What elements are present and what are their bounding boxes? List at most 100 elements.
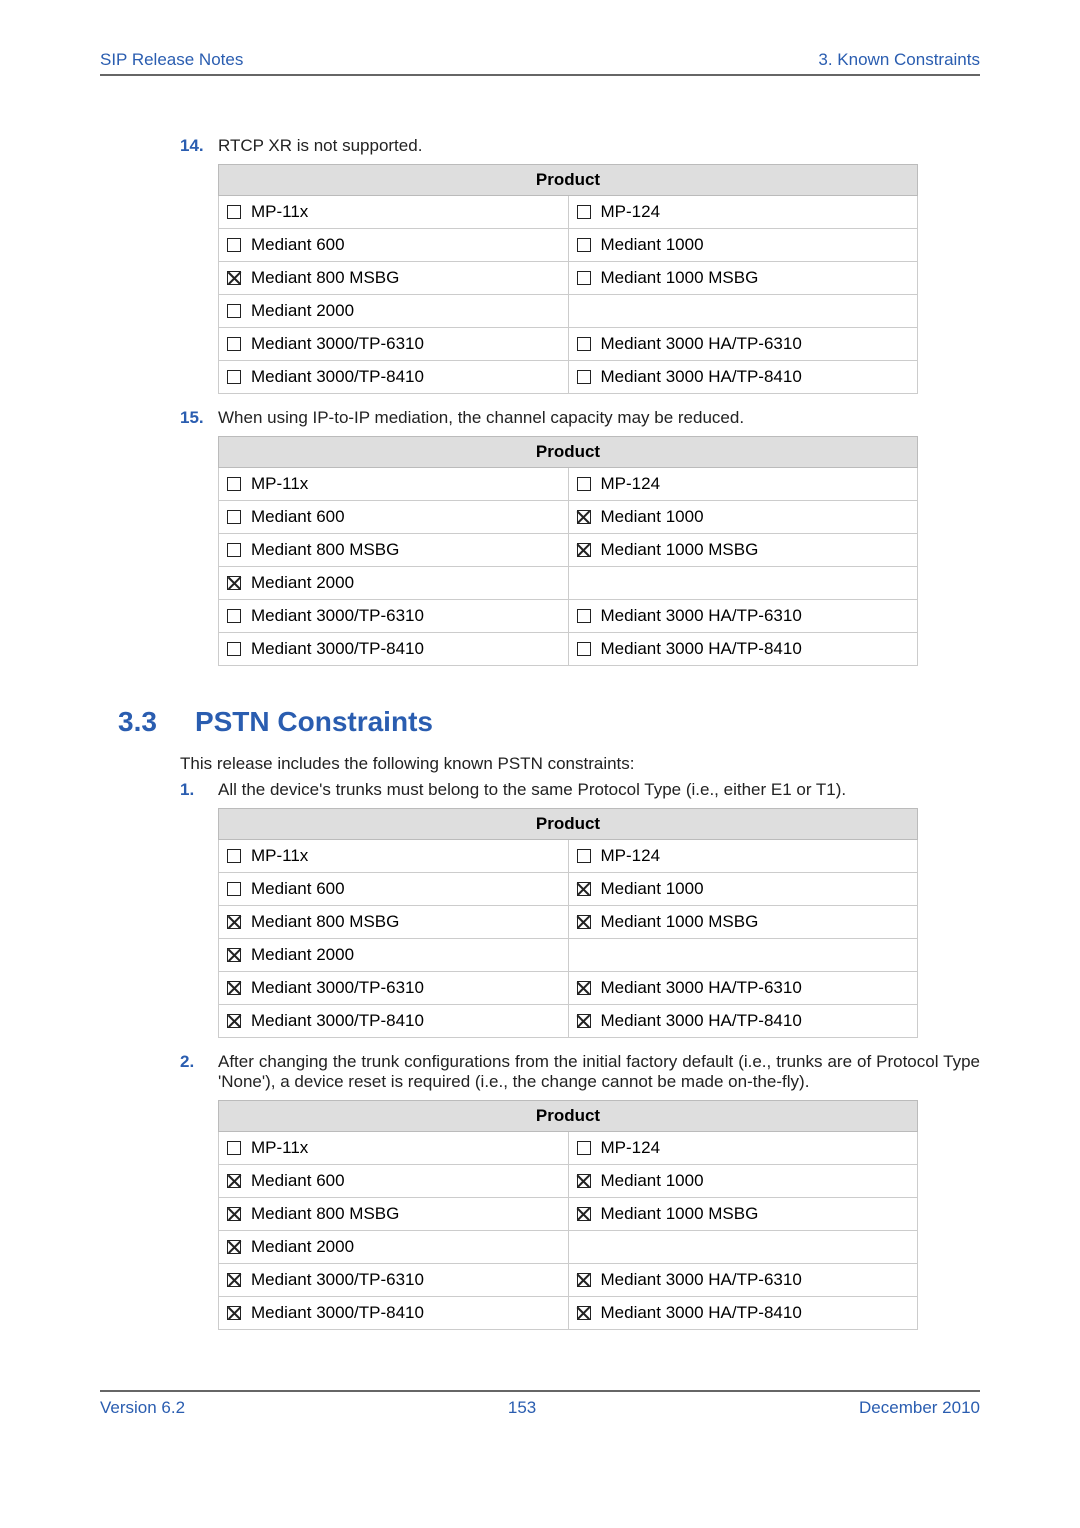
product-cell: Mediant 3000/TP-8410 xyxy=(227,1303,560,1323)
table-cell xyxy=(568,295,918,328)
checkbox-icon xyxy=(577,642,591,656)
checkbox-icon xyxy=(227,205,241,219)
checkbox-icon xyxy=(227,609,241,623)
product-cell: MP-124 xyxy=(577,846,910,866)
product-label: Mediant 3000 HA/TP-8410 xyxy=(601,367,802,387)
checkbox-icon xyxy=(227,948,241,962)
footer-page-number: 153 xyxy=(185,1398,859,1418)
product-table-14: Product MP-11xMP-124Mediant 600Mediant 1… xyxy=(218,164,918,394)
table-cell: MP-11x xyxy=(219,196,569,229)
product-cell: Mediant 800 MSBG xyxy=(227,1204,560,1224)
product-label: Mediant 1000 MSBG xyxy=(601,912,759,932)
product-label: Mediant 2000 xyxy=(251,1237,354,1257)
table-cell: Mediant 1000 xyxy=(568,1165,918,1198)
product-header: Product xyxy=(219,437,918,468)
table-cell: MP-124 xyxy=(568,468,918,501)
product-cell: MP-11x xyxy=(227,202,560,222)
table-cell xyxy=(568,1231,918,1264)
table-cell: Mediant 3000/TP-8410 xyxy=(219,361,569,394)
product-cell: Mediant 2000 xyxy=(227,1237,560,1257)
product-cell: Mediant 3000/TP-8410 xyxy=(227,639,560,659)
footer-right: December 2010 xyxy=(859,1398,980,1418)
product-label: Mediant 1000 xyxy=(601,879,704,899)
product-label: MP-11x xyxy=(251,846,308,866)
item-number: 15. xyxy=(180,408,218,428)
table-cell: MP-11x xyxy=(219,840,569,873)
table-cell: Mediant 2000 xyxy=(219,295,569,328)
table-cell: Mediant 3000/TP-6310 xyxy=(219,972,569,1005)
product-label: Mediant 600 xyxy=(251,235,345,255)
page-footer: Version 6.2 153 December 2010 xyxy=(100,1390,980,1418)
table-cell: Mediant 3000 HA/TP-8410 xyxy=(568,1297,918,1330)
table-cell xyxy=(568,939,918,972)
product-cell: Mediant 1000 MSBG xyxy=(577,540,910,560)
table-cell: Mediant 800 MSBG xyxy=(219,1198,569,1231)
product-cell: Mediant 1000 MSBG xyxy=(577,1204,910,1224)
product-label: Mediant 3000 HA/TP-8410 xyxy=(601,1011,802,1031)
product-cell: Mediant 800 MSBG xyxy=(227,268,560,288)
table-cell: Mediant 600 xyxy=(219,1165,569,1198)
table-cell: Mediant 3000 HA/TP-6310 xyxy=(568,1264,918,1297)
product-label: Mediant 3000/TP-6310 xyxy=(251,334,424,354)
item-text: All the device's trunks must belong to t… xyxy=(218,780,980,800)
footer-left: Version 6.2 xyxy=(100,1398,185,1418)
product-label: Mediant 800 MSBG xyxy=(251,912,399,932)
product-cell: Mediant 3000/TP-8410 xyxy=(227,1011,560,1031)
table-cell: Mediant 3000 HA/TP-6310 xyxy=(568,328,918,361)
checkbox-icon xyxy=(577,1273,591,1287)
product-cell: Mediant 800 MSBG xyxy=(227,540,560,560)
product-cell: Mediant 3000/TP-6310 xyxy=(227,606,560,626)
checkbox-icon xyxy=(577,1306,591,1320)
product-label: Mediant 1000 MSBG xyxy=(601,1204,759,1224)
section-title: PSTN Constraints xyxy=(195,706,433,738)
product-label: Mediant 3000/TP-8410 xyxy=(251,1011,424,1031)
product-label: Mediant 3000 HA/TP-6310 xyxy=(601,606,802,626)
table-cell: Mediant 800 MSBG xyxy=(219,534,569,567)
checkbox-icon xyxy=(577,238,591,252)
page-header: SIP Release Notes 3. Known Constraints xyxy=(100,50,980,76)
checkbox-icon xyxy=(577,543,591,557)
checkbox-icon xyxy=(227,981,241,995)
product-cell: Mediant 3000 HA/TP-8410 xyxy=(577,639,910,659)
product-label: MP-124 xyxy=(601,202,661,222)
checkbox-icon xyxy=(227,1014,241,1028)
product-label: MP-11x xyxy=(251,1138,308,1158)
product-cell: Mediant 3000 HA/TP-6310 xyxy=(577,606,910,626)
checkbox-icon xyxy=(227,477,241,491)
product-cell: MP-11x xyxy=(227,846,560,866)
item-number: 1. xyxy=(180,780,218,800)
product-label: Mediant 3000 HA/TP-6310 xyxy=(601,1270,802,1290)
table-cell: Mediant 600 xyxy=(219,873,569,906)
checkbox-icon xyxy=(227,1240,241,1254)
table-cell: Mediant 1000 MSBG xyxy=(568,906,918,939)
product-label: Mediant 800 MSBG xyxy=(251,268,399,288)
product-table-p2: Product MP-11xMP-124Mediant 600Mediant 1… xyxy=(218,1100,918,1330)
item-number: 2. xyxy=(180,1052,218,1092)
product-label: Mediant 3000/TP-8410 xyxy=(251,1303,424,1323)
checkbox-icon xyxy=(227,510,241,524)
pstn-item-1: 1. All the device's trunks must belong t… xyxy=(180,780,980,800)
product-cell: Mediant 3000 HA/TP-6310 xyxy=(577,334,910,354)
constraint-item-14: 14. RTCP XR is not supported. xyxy=(180,136,980,156)
table-cell: Mediant 3000 HA/TP-6310 xyxy=(568,972,918,1005)
product-table-15: Product MP-11xMP-124Mediant 600Mediant 1… xyxy=(218,436,918,666)
product-cell: Mediant 1000 xyxy=(577,1171,910,1191)
product-cell: Mediant 3000/TP-6310 xyxy=(227,1270,560,1290)
product-label: MP-11x xyxy=(251,474,308,494)
checkbox-icon xyxy=(227,304,241,318)
table-cell: MP-124 xyxy=(568,840,918,873)
checkbox-icon xyxy=(227,1207,241,1221)
header-left: SIP Release Notes xyxy=(100,50,243,70)
product-cell: Mediant 3000/TP-6310 xyxy=(227,334,560,354)
checkbox-icon xyxy=(577,981,591,995)
table-cell: Mediant 2000 xyxy=(219,567,569,600)
table-cell: Mediant 3000/TP-8410 xyxy=(219,633,569,666)
product-cell: Mediant 1000 xyxy=(577,879,910,899)
product-cell: Mediant 3000/TP-8410 xyxy=(227,367,560,387)
product-label: Mediant 3000 HA/TP-8410 xyxy=(601,639,802,659)
table-cell: Mediant 2000 xyxy=(219,1231,569,1264)
section-heading: 3.3 PSTN Constraints xyxy=(118,706,980,738)
checkbox-icon xyxy=(227,337,241,351)
table-cell: Mediant 1000 MSBG xyxy=(568,1198,918,1231)
checkbox-icon xyxy=(577,609,591,623)
